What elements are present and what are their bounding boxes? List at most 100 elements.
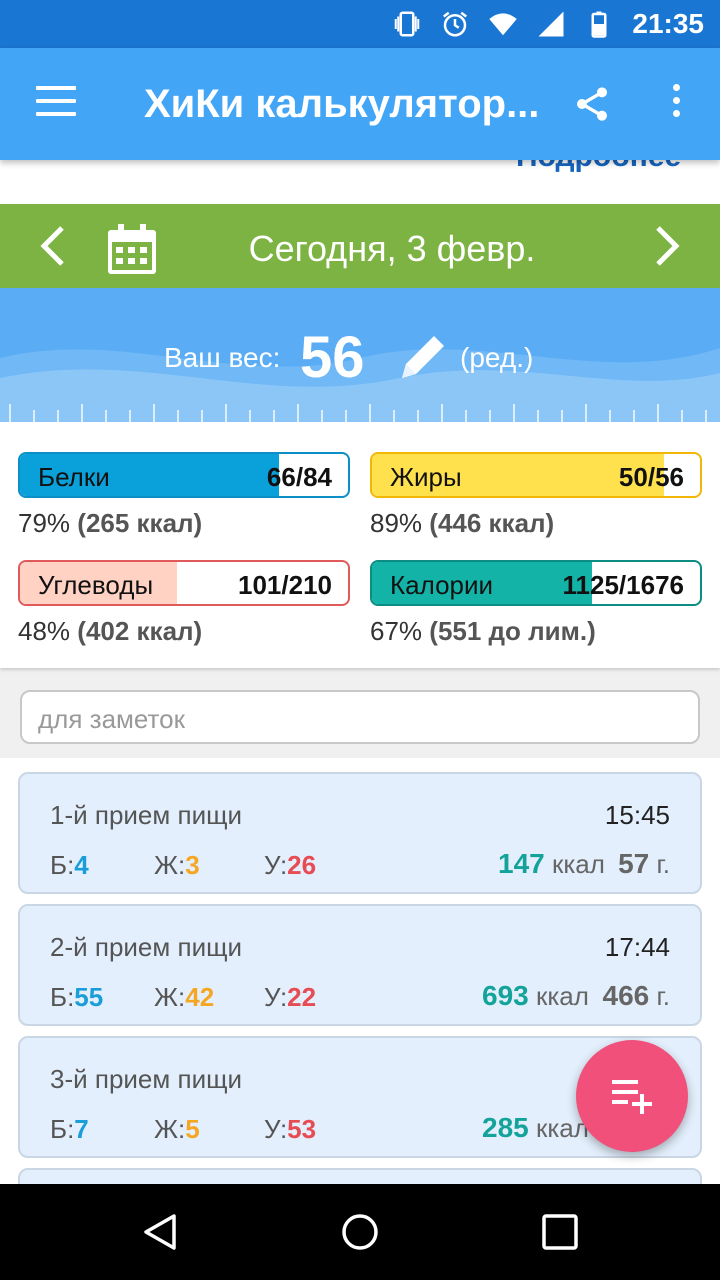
fat-amount: 3	[185, 850, 200, 880]
calories-percent: 67%	[370, 616, 423, 646]
notes-input[interactable]: для заметок	[20, 690, 700, 744]
date-bar: Сегодня, 3 февр.	[0, 204, 720, 288]
protein-value: 66/84	[266, 462, 332, 492]
fat-amount: 42	[185, 982, 215, 1012]
calories-label: Калории	[390, 570, 494, 600]
meal-grams: 57 г.	[618, 848, 670, 880]
weight-value: 56	[300, 325, 365, 390]
protein-abbr: Б:	[50, 982, 75, 1012]
protein-kcal: (265 ккал)	[77, 508, 203, 538]
details-link-strip: Подробнее	[0, 160, 720, 204]
meal-name: 1-й прием пищи	[50, 800, 243, 830]
edit-weight-link[interactable]: (ред.)	[460, 342, 533, 374]
carbs-detail: 48% (402 ккал)	[18, 616, 202, 647]
carbs-amount: 53	[287, 1114, 317, 1144]
calories-detail: 67% (551 до лим.)	[370, 616, 596, 647]
calories-remaining: (551 до лим.)	[429, 616, 596, 646]
protein-label: Белки	[38, 462, 110, 492]
protein-amount: 4	[74, 850, 89, 880]
notes-placeholder: для заметок	[38, 704, 185, 734]
meal-fat: Ж:5	[154, 1114, 200, 1145]
vibrate-icon	[395, 11, 420, 37]
kcal-amount: 147	[498, 848, 545, 879]
fat-bar: Жиры 50/56	[370, 452, 702, 498]
carbs-amount: 22	[287, 982, 317, 1012]
carbs-abbr: У:	[264, 1114, 288, 1144]
carbs-label: Углеводы	[38, 570, 154, 600]
protein-amount: 55	[74, 982, 104, 1012]
meal-protein: Б:7	[50, 1114, 89, 1145]
meal-fat: Ж:42	[154, 982, 214, 1013]
fat-amount: 5	[185, 1114, 200, 1144]
kcal-unit: ккал	[535, 981, 589, 1011]
signal-icon	[538, 11, 564, 37]
wifi-icon	[489, 13, 518, 36]
meal-name: 3-й прием пищи	[50, 1064, 243, 1094]
clock: 21:35	[632, 8, 704, 39]
grams-amount: 466	[602, 980, 650, 1011]
grams-unit: г.	[656, 849, 670, 879]
carbs-abbr: У:	[264, 850, 288, 880]
meal-carbs: У:53	[264, 1114, 316, 1145]
protein-percent: 79%	[18, 508, 71, 538]
app-bar: ХиКи калькулятор...	[0, 48, 720, 160]
back-icon[interactable]	[140, 1212, 180, 1252]
meal-protein: Б:4	[50, 850, 89, 881]
chevron-right-icon[interactable]	[652, 224, 682, 268]
details-link[interactable]: Подробнее	[516, 160, 681, 174]
home-icon[interactable]	[340, 1212, 380, 1252]
kcal-amount: 285	[482, 1112, 529, 1143]
meal-kcal: 147 ккал	[498, 848, 605, 880]
meal-protein: Б:55	[50, 982, 103, 1013]
kcal-amount: 693	[482, 980, 529, 1011]
meal-kcal: 693 ккал	[482, 980, 589, 1012]
fat-value: 50/56	[618, 462, 684, 492]
playlist-add-icon	[612, 1080, 652, 1114]
meal-grams: 466 г.	[603, 980, 671, 1012]
meal-kcal: 285 ккал	[482, 1112, 589, 1144]
meal-carbs: У:26	[264, 850, 316, 881]
meal-carbs: У:22	[264, 982, 316, 1013]
pencil-icon[interactable]	[394, 330, 450, 386]
fat-abbr: Ж:	[154, 850, 186, 880]
weight-label: Ваш вес:	[164, 342, 281, 373]
menu-icon[interactable]	[36, 86, 76, 120]
status-bar: 21:35	[0, 0, 720, 48]
fat-abbr: Ж:	[154, 1114, 186, 1144]
kcal-unit: ккал	[551, 849, 605, 879]
meal-fat: Ж:3	[154, 850, 200, 881]
macros-summary: Белки 66/84 79% (265 ккал) Жиры 50/56 89…	[0, 422, 720, 668]
weight-section: Ваш вес: 56 (ред.)	[0, 288, 720, 422]
meal-time: 17:44	[604, 932, 670, 962]
meal-card[interactable]: 1-й прием пищи 15:45 Б:4 Ж:3 У:26 147 кк…	[18, 772, 702, 894]
alarm-icon	[443, 11, 468, 37]
protein-amount: 7	[74, 1114, 89, 1144]
meal-card[interactable]: 2-й прием пищи 17:44 Б:55 Ж:42 У:22 693 …	[18, 904, 702, 1026]
battery-icon	[591, 11, 607, 38]
carbs-value: 101/210	[238, 570, 332, 600]
protein-abbr: Б:	[50, 850, 75, 880]
meal-name: 2-й прием пищи	[50, 932, 243, 962]
carbs-bar: Углеводы 101/210	[18, 560, 350, 606]
calories-bar: Калории 1125/1676	[370, 560, 702, 606]
more-options-icon[interactable]	[668, 84, 684, 124]
carbs-percent: 48%	[18, 616, 71, 646]
current-date[interactable]: Сегодня, 3 февр.	[0, 228, 720, 270]
grams-unit: г.	[656, 981, 670, 1011]
share-icon[interactable]	[572, 84, 612, 124]
app-title: ХиКи калькулятор...	[144, 82, 540, 126]
protein-bar: Белки 66/84	[18, 452, 350, 498]
fat-kcal: (446 ккал)	[429, 508, 555, 538]
fat-abbr: Ж:	[154, 982, 186, 1012]
recents-icon[interactable]	[540, 1212, 580, 1252]
protein-detail: 79% (265 ккал)	[18, 508, 202, 539]
meal-time: 15:45	[604, 800, 670, 830]
carbs-kcal: (402 ккал)	[77, 616, 203, 646]
meal-card[interactable]	[18, 1168, 702, 1184]
fat-percent: 89%	[370, 508, 423, 538]
fat-label: Жиры	[390, 462, 462, 492]
carbs-abbr: У:	[264, 982, 288, 1012]
fat-detail: 89% (446 ккал)	[370, 508, 554, 539]
carbs-amount: 26	[287, 850, 317, 880]
add-meal-button[interactable]	[576, 1040, 688, 1152]
